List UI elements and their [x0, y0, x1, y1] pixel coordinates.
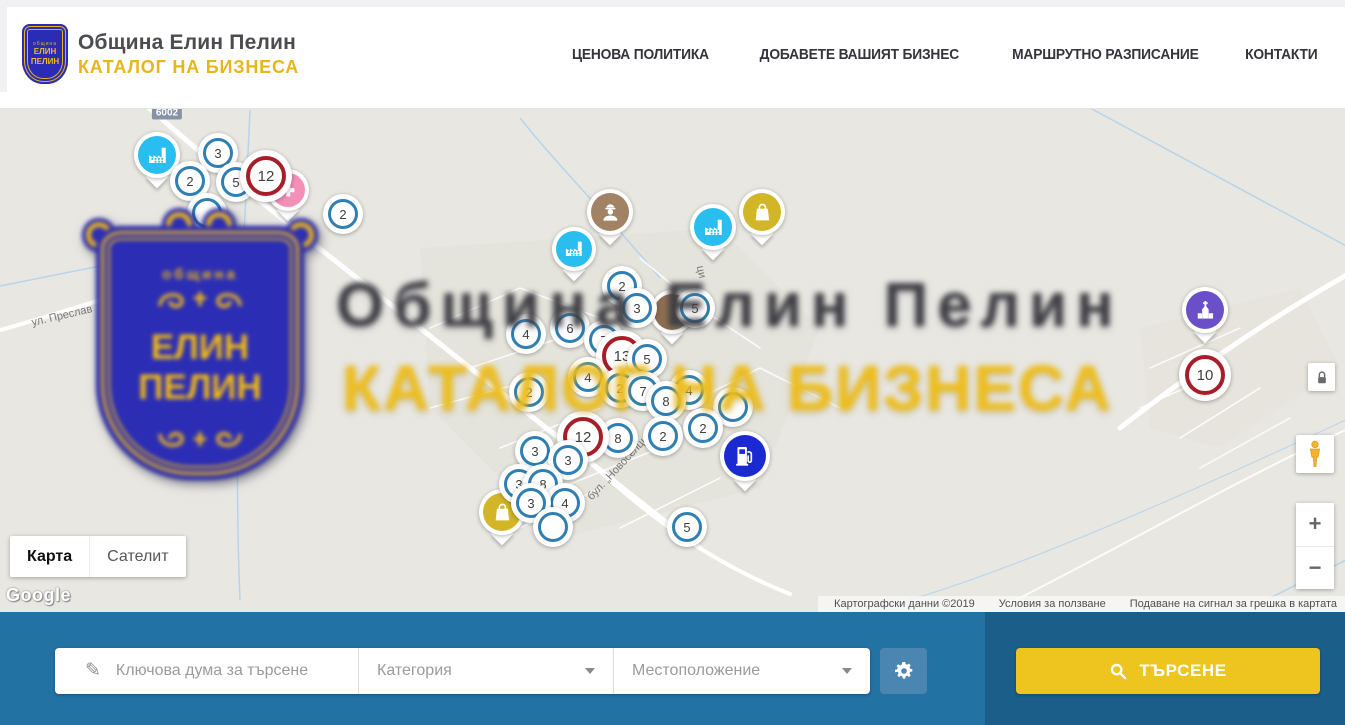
location-select-value: Местоположение — [632, 662, 760, 680]
search-icon — [1109, 662, 1127, 680]
gear-icon — [894, 661, 914, 681]
cluster-count: 2 — [328, 199, 358, 229]
nav-item-bus-schedule[interactable]: МАРШРУТНО РАЗПИСАНИЕ — [1012, 46, 1199, 63]
cluster-count: 3 — [520, 436, 550, 466]
terms-link[interactable]: Условия за ползване — [999, 598, 1106, 610]
crest-ornament-divider — [152, 284, 248, 314]
crest-ornament-divider — [152, 426, 248, 454]
church-icon — [1186, 291, 1224, 329]
chevron-down-icon — [585, 668, 595, 674]
main-nav: ЦЕНОВА ПОЛИТИКА ДОБАВЕТЕ ВАШИЯТ БИЗНЕС М… — [566, 0, 1321, 108]
site-subtitle: КАТАЛОГ НА БИЗНЕСА — [78, 57, 299, 78]
pegman-control[interactable] — [1296, 435, 1334, 473]
crest-name-line1: ЕЛИН — [96, 328, 304, 368]
cluster-marker[interactable]: 10 — [1179, 349, 1231, 401]
map-type-satellite-button[interactable]: Сателит — [89, 536, 185, 577]
category-select-value: Категория — [377, 662, 452, 680]
lock-control[interactable] — [1308, 363, 1335, 391]
cluster-count: 2 — [648, 421, 678, 451]
construction-worker-icon — [591, 193, 629, 231]
map-pin-shopping-bag[interactable] — [739, 189, 785, 235]
zoom-out-button[interactable]: − — [1296, 546, 1334, 590]
crest-small-text: община — [96, 266, 304, 283]
factory-icon — [694, 208, 732, 246]
nav-item-add-business[interactable]: ДОБАВЕТЕ ВАШИЯТ БИЗНЕС — [760, 46, 959, 63]
nav-item-contacts[interactable]: КОНТАКТИ — [1246, 46, 1318, 63]
map-copyright: Картографски данни ©2019 — [834, 598, 975, 610]
map-pin-factory[interactable] — [552, 227, 596, 271]
search-button-label: ТЪРСЕНЕ — [1139, 661, 1227, 681]
report-error-link[interactable]: Подаване на сигнал за грешка в картата — [1130, 598, 1337, 610]
category-select[interactable]: Категория — [358, 648, 613, 694]
factory-icon — [138, 136, 176, 174]
search-button[interactable]: ТЪРСЕНЕ — [1016, 648, 1320, 694]
search-box: ✎ Категория Местоположение — [55, 648, 870, 694]
map-pin-church[interactable] — [1182, 287, 1228, 333]
zoom-in-button[interactable]: + — [1296, 503, 1334, 546]
factory-icon — [556, 231, 592, 267]
map-canvas[interactable]: ул. Преславбул. „Новоселцици6002 3251222… — [0, 108, 1345, 612]
window-frame-left — [0, 0, 7, 92]
cluster-count: 12 — [246, 156, 286, 196]
cluster-count: 2 — [175, 166, 205, 196]
nav-item-pricing[interactable]: ЦЕНОВА ПОЛИТИКА — [572, 46, 709, 63]
pegman-icon — [1307, 440, 1323, 468]
keyword-input[interactable] — [114, 661, 338, 681]
cluster-marker[interactable] — [533, 507, 573, 547]
keyword-field-wrap: ✎ — [55, 648, 358, 694]
cluster-marker[interactable]: 2 — [323, 194, 363, 234]
zoom-control: + − — [1296, 503, 1334, 589]
map-type-control: Карта Сателит — [10, 536, 186, 577]
cluster-count: 5 — [672, 512, 702, 542]
window-frame-top — [0, 0, 1345, 7]
search-panel: ✎ Категория Местоположение ТЪРСЕНЕ — [0, 612, 1345, 725]
watermark-title: Община Елин Пелин — [336, 270, 1123, 341]
lock-icon — [1315, 370, 1329, 385]
cluster-marker[interactable]: 12 — [240, 150, 292, 202]
cluster-marker[interactable]: 5 — [667, 507, 707, 547]
map-attribution: Картографски данни ©2019 Условия за полз… — [818, 596, 1345, 612]
crest-name-line1: ЕЛИН — [34, 48, 56, 57]
crest-name-line2: ПЕЛИН — [31, 58, 59, 67]
chevron-down-icon — [842, 668, 852, 674]
cluster-count — [538, 512, 568, 542]
pencil-icon: ✎ — [85, 659, 101, 682]
watermark-crest-logo: община ЕЛИН ПЕЛИН — [88, 218, 312, 480]
advanced-settings-button[interactable] — [880, 648, 927, 694]
site-logo[interactable]: община ЕЛИН ПЕЛИН Община Елин Пелин КАТА… — [22, 24, 299, 84]
municipality-crest-icon: община ЕЛИН ПЕЛИН — [22, 24, 68, 84]
map-pin-fuel-pump[interactable] — [720, 431, 770, 481]
cluster-count: 10 — [1185, 355, 1225, 395]
map-pin-factory[interactable] — [690, 204, 736, 250]
google-logo[interactable]: Google — [6, 585, 71, 606]
logo-text: Община Елин Пелин КАТАЛОГ НА БИЗНЕСА — [78, 31, 299, 78]
map-type-map-button[interactable]: Карта — [10, 536, 89, 577]
fuel-pump-icon — [724, 435, 766, 477]
crest-name-line2: ПЕЛИН — [96, 368, 304, 408]
header: община ЕЛИН ПЕЛИН Община Елин Пелин КАТА… — [0, 0, 1345, 109]
shopping-bag-icon — [743, 193, 781, 231]
crest-shield: община ЕЛИН ПЕЛИН — [96, 226, 304, 480]
location-select[interactable]: Местоположение — [613, 648, 870, 694]
page: община ЕЛИН ПЕЛИН Община Елин Пелин КАТА… — [0, 0, 1345, 725]
site-title: Община Елин Пелин — [78, 31, 299, 55]
watermark-subtitle: КАТАЛОГ НА БИЗНЕСА — [342, 351, 1113, 425]
